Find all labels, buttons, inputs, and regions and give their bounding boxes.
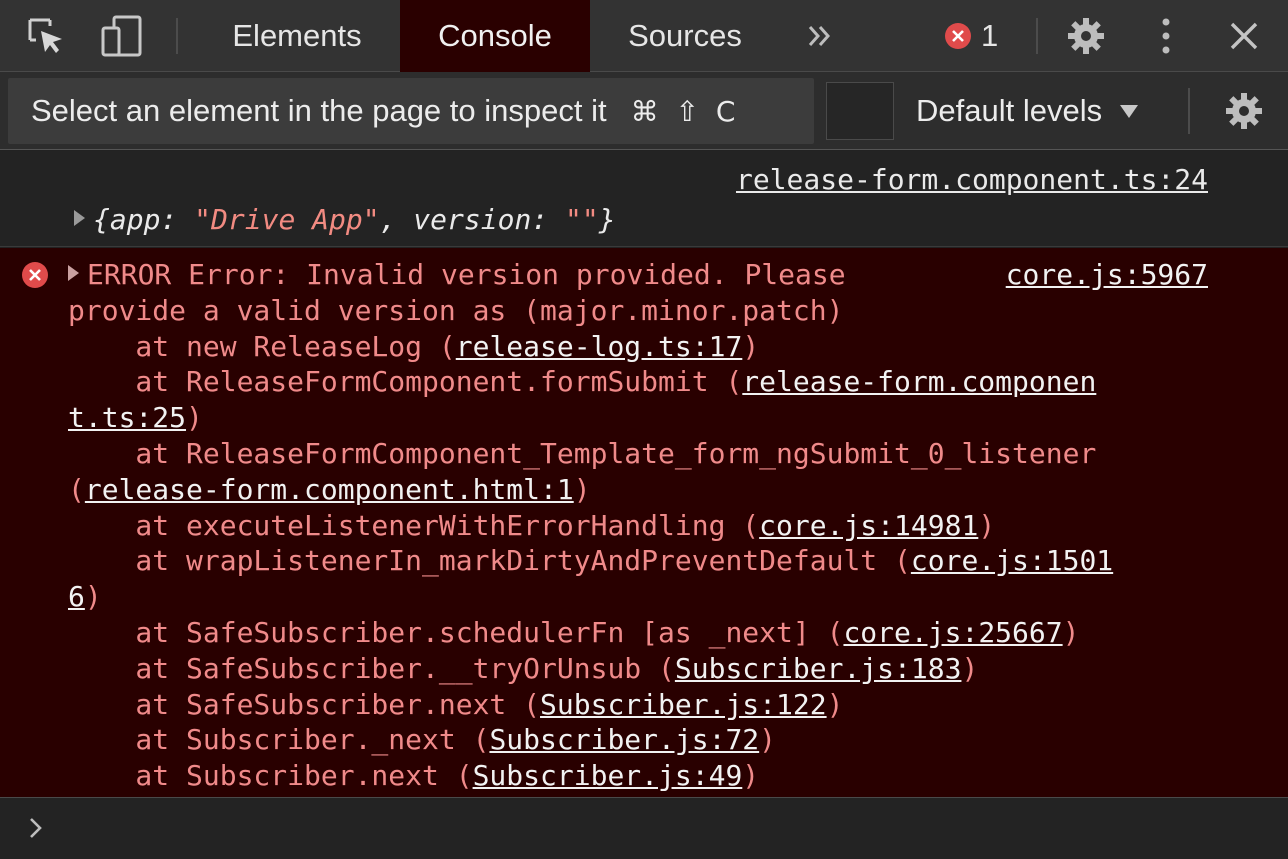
- stack-frame: t.ts:25): [68, 401, 203, 434]
- stack-frame-link[interactable]: Subscriber.js:122: [540, 688, 827, 721]
- logged-object[interactable]: {app: "Drive App", version: ""}: [74, 203, 616, 236]
- stack-frame: (release-form.component.html:1): [68, 473, 591, 506]
- console-filterbar: Select an element in the page to inspect…: [0, 72, 1288, 150]
- stack-frame: at SafeSubscriber.__tryOrUnsub (Subscrib…: [68, 652, 978, 685]
- stack-frame-link[interactable]: core.js:1501: [911, 544, 1113, 577]
- inspect-tooltip: Select an element in the page to inspect…: [8, 78, 814, 144]
- stack-frame-link[interactable]: release-form.component.html:1: [85, 473, 574, 506]
- stack-frame-text: ): [978, 508, 996, 542]
- tab-elements[interactable]: Elements: [204, 0, 390, 72]
- tab-console[interactable]: Console: [400, 0, 590, 72]
- object-text: {app:: [93, 203, 195, 236]
- inspect-shortcut: ⌘ ⇧ C: [630, 94, 740, 128]
- stack-frame-link[interactable]: release-form.componen: [742, 365, 1096, 398]
- stack-frame-text: at ReleaseFormComponent_Template_form_ng…: [68, 436, 1097, 470]
- app-value: "Drive App": [194, 203, 380, 236]
- inspect-element-icon[interactable]: [24, 14, 68, 58]
- close-icon[interactable]: [1222, 14, 1266, 58]
- stack-frame: at ReleaseFormComponent_Template_form_ng…: [68, 437, 1096, 470]
- stack-frame-link[interactable]: t.ts:25: [68, 401, 186, 434]
- stack-frame-text: ): [826, 687, 844, 721]
- stack-frame-link[interactable]: 6: [68, 580, 85, 613]
- stack-frame-link[interactable]: core.js:25667: [843, 616, 1062, 649]
- stack-frame-text: at SafeSubscriber.schedulerFn [as _next]…: [68, 615, 844, 649]
- stack-frame-text: at Subscriber._next (: [68, 723, 490, 757]
- tab-label: Sources: [628, 18, 742, 53]
- stack-frame-text: ): [742, 759, 760, 793]
- object-text: }: [598, 203, 616, 236]
- stack-frame-text: ): [961, 651, 979, 685]
- stack-frame-text: ): [84, 580, 102, 614]
- error-count: 1: [981, 18, 999, 53]
- log-source-link[interactable]: release-form.component.ts:24: [736, 163, 1208, 196]
- stack-frame: at wrapListenerIn_markDirtyAndPreventDef…: [68, 544, 1113, 577]
- stack-frame-text: at executeListenerWithErrorHandling (: [68, 508, 760, 542]
- console-settings-gear-icon[interactable]: [1222, 89, 1266, 133]
- stack-frame-text: ): [573, 472, 591, 506]
- stack-frame-text: at SafeSubscriber.next (: [68, 687, 541, 721]
- stack-frame-text: ): [759, 723, 777, 757]
- object-text: , version:: [379, 203, 566, 236]
- stack-frame: 6): [68, 580, 102, 613]
- toolbar-divider: [176, 18, 178, 54]
- stack-frame-text: at SafeSubscriber.__tryOrUnsub (: [68, 651, 675, 685]
- devtools-tabbar: Elements Console Sources 1: [0, 0, 1288, 72]
- filter-input[interactable]: [826, 82, 894, 140]
- version-value: "": [565, 203, 599, 236]
- levels-label: Default levels: [916, 93, 1103, 128]
- stack-frame-text: ): [742, 329, 760, 363]
- stack-frame-text: (: [68, 472, 85, 506]
- tab-sources[interactable]: Sources: [600, 0, 770, 72]
- stack-frame: at ReleaseFormComponent.formSubmit (rele…: [68, 365, 1096, 398]
- stack-frame: at SafeSubscriber.schedulerFn [as _next]…: [68, 616, 1079, 649]
- stack-frame: at Subscriber.next (Subscriber.js:49): [68, 759, 759, 792]
- stack-frame-link[interactable]: Subscriber.js:183: [675, 652, 962, 685]
- tab-label: Elements: [232, 18, 362, 53]
- error-line-2: provide a valid version as (major.minor.…: [68, 293, 844, 327]
- stack-frame: at new ReleaseLog (release-log.ts:17): [68, 330, 759, 363]
- stack-frame-link[interactable]: core.js:14981: [759, 509, 978, 542]
- toolbar-divider: [1036, 18, 1038, 54]
- console-prompt[interactable]: [0, 797, 1288, 859]
- stack-frame-text: at wrapListenerIn_markDirtyAndPreventDef…: [68, 544, 911, 578]
- stack-frame-text: ): [1062, 615, 1080, 649]
- error-line-1: ERROR Error: Invalid version provided. P…: [87, 258, 846, 291]
- expand-triangle-icon[interactable]: [74, 210, 85, 226]
- stack-frame-text: at Subscriber.next (: [68, 759, 473, 793]
- stack-frame-text: ): [186, 401, 203, 435]
- tab-label: Console: [438, 18, 552, 53]
- log-levels-dropdown[interactable]: Default levels: [916, 92, 1139, 130]
- console-log-message: release-form.component.ts:24 {app: "Driv…: [0, 151, 1288, 247]
- error-icon: [22, 262, 48, 288]
- stack-frame-link[interactable]: release-log.ts:17: [456, 330, 743, 363]
- stack-frame-link[interactable]: Subscriber.js:49: [473, 759, 743, 792]
- stack-frame: at SafeSubscriber.next (Subscriber.js:12…: [68, 688, 843, 721]
- error-counter[interactable]: 1: [945, 18, 998, 54]
- device-toolbar-icon[interactable]: [100, 14, 144, 58]
- console-output: release-form.component.ts:24 {app: "Driv…: [0, 151, 1288, 797]
- prompt-chevron-icon: [28, 816, 44, 845]
- more-options-icon[interactable]: [1144, 14, 1188, 58]
- stack-frame: at Subscriber._next (Subscriber.js:72): [68, 723, 776, 756]
- stack-frame-link[interactable]: Subscriber.js:72: [489, 723, 759, 756]
- stack-frame: at executeListenerWithErrorHandling (cor…: [68, 509, 995, 542]
- expand-triangle-icon[interactable]: [68, 265, 79, 281]
- more-tabs-icon[interactable]: [798, 14, 842, 58]
- toolbar-divider: [1188, 88, 1190, 134]
- inspect-tip-text: Select an element in the page to inspect…: [31, 93, 607, 128]
- stack-frame-text: at ReleaseFormComponent.formSubmit (: [68, 365, 743, 399]
- error-stack-trace: ERROR Error: Invalid version provided. P…: [68, 257, 1268, 794]
- error-icon: [945, 23, 971, 49]
- dropdown-caret-icon: [1120, 104, 1139, 118]
- console-error-message: core.js:5967 ERROR Error: Invalid versio…: [0, 248, 1288, 797]
- settings-gear-icon[interactable]: [1064, 14, 1108, 58]
- stack-frame-text: at new ReleaseLog (: [68, 329, 456, 363]
